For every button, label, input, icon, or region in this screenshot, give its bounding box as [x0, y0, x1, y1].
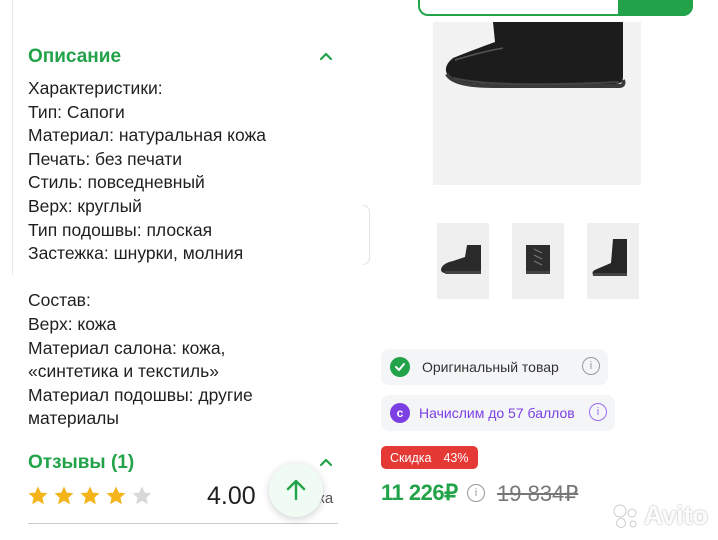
info-icon[interactable]: i: [467, 484, 485, 502]
boot-image: [433, 22, 641, 185]
original-product-label: Оригинальный товар: [422, 359, 559, 375]
watermark-text: Avito: [644, 500, 709, 530]
original-product-badge[interactable]: Оригинальный товар i: [381, 349, 608, 385]
old-price: 19 834₽: [497, 481, 579, 506]
bonus-points-label: Начислим до 57 баллов: [419, 405, 575, 421]
star-filled-icon: [54, 486, 74, 505]
description-line: «синтетика и текстиль»: [28, 361, 219, 382]
description-line: Материал: натуральная кожа: [28, 125, 266, 146]
rating-value: 4.00: [207, 482, 256, 510]
description-panel: Описание Характеристики: Тип: Сапоги Мат…: [0, 0, 358, 540]
boot-thumbnail-image: [592, 239, 627, 276]
bonus-points-badge[interactable]: c Начислим до 57 баллов i: [381, 395, 615, 431]
description-line: Характеристики:: [28, 78, 163, 98]
description-line: Тип: Сапоги: [28, 101, 125, 122]
star-filled-icon: [106, 486, 126, 505]
avito-logo-icon: [613, 504, 637, 528]
arrow-up-icon: [286, 479, 306, 501]
chevron-up-icon[interactable]: [318, 455, 334, 471]
product-thumbnail[interactable]: [437, 223, 489, 299]
description-text: Характеристики: Тип: Сапоги Материал: на…: [28, 77, 348, 431]
description-line: Состав:: [28, 290, 91, 311]
star-filled-icon: [80, 486, 100, 505]
boot-thumbnail-image: [441, 245, 481, 274]
description-title[interactable]: Описание: [28, 46, 121, 68]
description-line: Материал салона: кожа,: [28, 337, 226, 358]
avito-watermark: Avito: [612, 500, 708, 531]
top-action-button[interactable]: [618, 0, 693, 16]
current-price: 11 226₽: [381, 480, 458, 505]
info-icon[interactable]: i: [589, 403, 607, 421]
product-thumbnail[interactable]: [512, 223, 564, 299]
description-line: Печать: без печати: [28, 148, 182, 169]
discount-label: Скидка: [390, 450, 432, 465]
star-empty-icon: [132, 486, 152, 505]
description-line: [28, 266, 348, 290]
description-line: Верх: круглый: [28, 195, 142, 216]
discount-badge: Скидка 43%: [381, 446, 478, 469]
bonus-coin-icon: c: [390, 403, 410, 423]
description-line: Стиль: повседневный: [28, 172, 205, 193]
description-line: Верх: кожа: [28, 313, 117, 334]
divider: [28, 523, 338, 524]
description-line: Материал подошвы: другие: [28, 384, 253, 405]
star-filled-icon: [28, 486, 48, 505]
boot-thumbnail-image: [526, 245, 550, 274]
reviews-title[interactable]: Отзывы (1): [28, 452, 134, 474]
product-main-photo[interactable]: [433, 22, 641, 185]
rating-stars: [27, 485, 153, 507]
description-line: Застежка: шнурки, молния: [28, 243, 244, 264]
panel-edge: [363, 205, 370, 265]
discount-value: 43%: [443, 450, 469, 465]
info-icon[interactable]: i: [582, 357, 600, 375]
product-thumbnail[interactable]: [587, 223, 639, 299]
chevron-up-icon[interactable]: [318, 49, 334, 65]
scroll-to-top-button[interactable]: [269, 463, 323, 517]
panel-edge: [12, 0, 13, 275]
checkmark-icon: [390, 357, 410, 377]
description-line: Тип подошвы: плоская: [28, 219, 213, 240]
description-line: материалы: [28, 408, 119, 429]
